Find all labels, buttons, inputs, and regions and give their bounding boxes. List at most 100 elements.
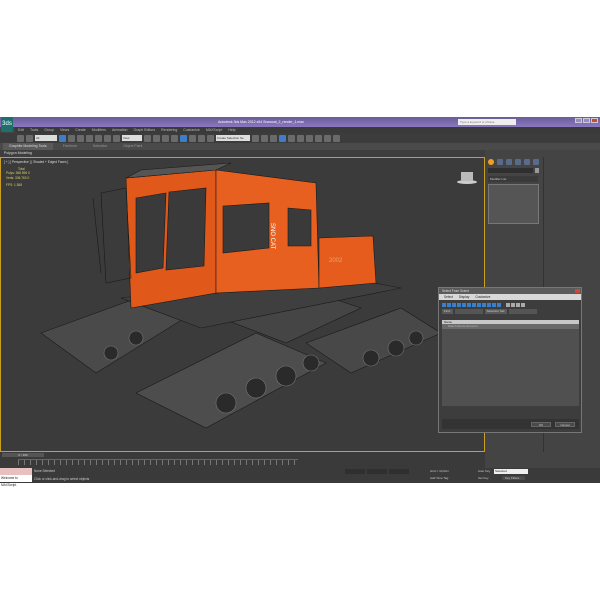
filter-cameras-icon[interactable] — [457, 303, 461, 307]
dialog-close-button[interactable] — [575, 289, 580, 293]
filter-hidden-icon[interactable] — [497, 303, 501, 307]
spinner-snap-icon[interactable] — [198, 134, 205, 142]
dialog-footer: OK Cancel — [442, 419, 579, 429]
filter-lights-icon[interactable] — [452, 303, 456, 307]
rendered-frame-icon[interactable] — [324, 134, 331, 142]
dialog-title-bar[interactable]: Select From Scene — [439, 288, 581, 294]
hierarchy-tab-icon[interactable] — [506, 159, 512, 165]
y-coord-field[interactable] — [367, 469, 387, 474]
filter-groups-icon[interactable] — [472, 303, 476, 307]
render-icon[interactable] — [333, 134, 340, 142]
polygon-modeling-panel[interactable]: Polygon Modeling — [0, 150, 485, 157]
modifier-list-dropdown[interactable]: Modifier List — [488, 176, 538, 182]
named-selection-dropdown[interactable]: Create Selection Se — [216, 135, 250, 141]
display-tab-icon[interactable] — [524, 159, 530, 165]
reference-coord-dropdown[interactable]: View — [122, 135, 142, 141]
z-coord-field[interactable] — [389, 469, 409, 474]
utilities-tab-icon[interactable] — [533, 159, 539, 165]
menu-select[interactable]: Select — [444, 294, 453, 300]
filter-shapes-icon[interactable] — [447, 303, 451, 307]
tab-selection[interactable]: Selection — [87, 143, 113, 150]
modify-tab-icon[interactable] — [497, 159, 503, 165]
select-object-icon[interactable] — [59, 134, 66, 142]
maxscript-listener[interactable] — [0, 468, 32, 475]
window-crossing-icon[interactable] — [86, 134, 93, 142]
dialog-menu: Select Display Customize — [439, 294, 581, 300]
select-invert-icon[interactable] — [516, 303, 520, 307]
snowcat-model[interactable]: SNO CAT 2002 — [1, 158, 486, 453]
schematic-view-icon[interactable] — [297, 134, 304, 142]
close-button[interactable] — [591, 118, 598, 123]
selection-set-label: Selection Set: — [484, 309, 508, 314]
cancel-button[interactable]: Cancel — [555, 421, 575, 427]
menu-customize[interactable]: Customize — [475, 294, 490, 300]
filter-bones-icon[interactable] — [482, 303, 486, 307]
menu-display[interactable]: Display — [459, 294, 469, 300]
motion-tab-icon[interactable] — [515, 159, 521, 165]
track-rear-left — [135, 332, 327, 429]
object-name-field[interactable] — [488, 168, 533, 173]
snap-icon[interactable] — [171, 134, 178, 142]
edit-named-sel-icon[interactable] — [207, 134, 214, 142]
manipulate-icon[interactable] — [153, 134, 160, 142]
time-slider[interactable]: 0 / 100 — [2, 453, 44, 457]
perspective-viewport[interactable]: [ + ] [ Perspective ] [ Shaded + Edged F… — [0, 157, 485, 452]
filter-geometry-icon[interactable] — [442, 303, 446, 307]
filter-helpers-icon[interactable] — [462, 303, 466, 307]
app-logo-icon[interactable]: 3ds — [1, 117, 13, 132]
material-editor-icon[interactable] — [306, 134, 313, 142]
move-icon[interactable] — [95, 134, 102, 142]
x-coord-field[interactable] — [345, 469, 365, 474]
list-item[interactable]: Hitech-Snow-Groomer — [442, 324, 579, 329]
mirror-icon[interactable] — [252, 134, 259, 142]
rotate-icon[interactable] — [104, 134, 111, 142]
maxscript-welcome[interactable]: Welcome to MAXScript. — [0, 475, 32, 487]
select-all-icon[interactable] — [506, 303, 510, 307]
scale-icon[interactable] — [113, 134, 120, 142]
object-color-swatch[interactable] — [535, 168, 539, 173]
selection-set-dropdown[interactable] — [509, 309, 538, 314]
layer-manager-icon[interactable] — [270, 134, 277, 142]
unlink-icon[interactable] — [26, 134, 33, 142]
tab-object-paint[interactable]: Object Paint — [117, 143, 148, 150]
search-input[interactable]: Type a keyword or phrase — [458, 119, 516, 125]
link-icon[interactable] — [17, 134, 24, 142]
find-input[interactable] — [454, 309, 483, 314]
add-time-tag[interactable]: Add Time Tag — [430, 476, 448, 480]
create-tab-icon[interactable] — [488, 159, 494, 165]
rect-region-icon[interactable] — [77, 134, 84, 142]
auto-key-button[interactable]: Auto Key — [478, 469, 490, 473]
select-from-scene-dialog: Select From Scene Select Display Customi… — [438, 287, 582, 433]
select-none-icon[interactable] — [511, 303, 515, 307]
filter-containers-icon[interactable] — [487, 303, 491, 307]
tab-graphite-modeling[interactable]: Graphite Modeling Tools — [3, 143, 53, 150]
set-key-button[interactable]: Set Key — [478, 476, 489, 480]
pivot-icon[interactable] — [144, 134, 151, 142]
keyboard-shortcut-icon[interactable] — [162, 134, 169, 142]
ok-button[interactable]: OK — [531, 421, 551, 427]
minimize-button[interactable] — [575, 118, 582, 123]
tab-freeform[interactable]: Freeform — [57, 143, 83, 150]
filter-spacewarps-icon[interactable] — [467, 303, 471, 307]
viewcube-icon[interactable] — [457, 172, 477, 184]
curve-editor-icon[interactable] — [288, 134, 295, 142]
main-toolbar: All View Create Selection Se — [0, 133, 600, 143]
maximize-button[interactable] — [583, 118, 590, 123]
transform-coords — [345, 469, 409, 474]
key-selection-dropdown[interactable]: Selected — [494, 469, 528, 474]
align-icon[interactable] — [261, 134, 268, 142]
selection-filter-dropdown[interactable]: All — [35, 135, 57, 141]
angle-snap-icon[interactable] — [180, 134, 187, 142]
filter-icon[interactable] — [521, 303, 525, 307]
percent-snap-icon[interactable] — [189, 134, 196, 142]
graphite-toggle-icon[interactable] — [279, 134, 286, 142]
engine-hood — [318, 235, 377, 289]
scene-object-list[interactable]: Name Hitech-Snow-Groomer — [442, 320, 579, 406]
select-by-name-icon[interactable] — [68, 134, 75, 142]
filter-frozen-icon[interactable] — [492, 303, 496, 307]
key-filters-button[interactable]: Key Filters... — [502, 476, 525, 480]
modifier-stack[interactable] — [488, 184, 539, 224]
render-setup-icon[interactable] — [315, 134, 322, 142]
filter-xrefs-icon[interactable] — [477, 303, 481, 307]
track-bar[interactable] — [18, 459, 298, 465]
